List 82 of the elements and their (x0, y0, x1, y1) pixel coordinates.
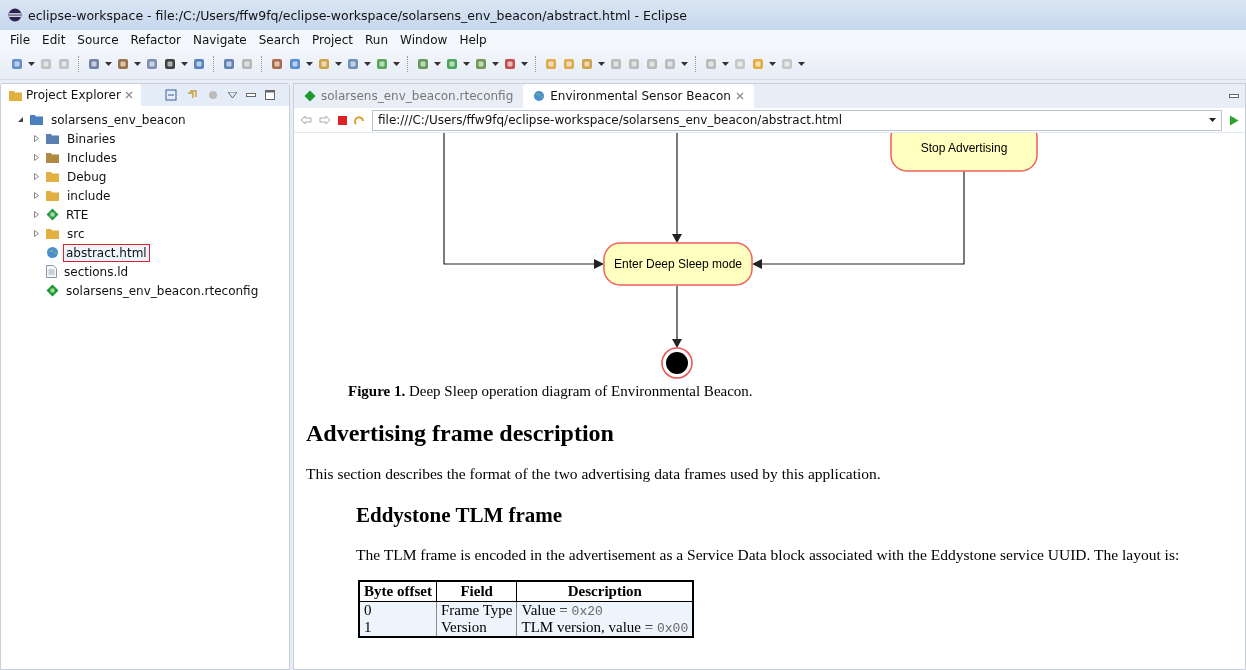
paragraph: The TLM frame is encoded in the advertisement as a Service Data block associated with the Eddystone service UUID. The layout is: (356, 546, 1181, 564)
text-file-icon (46, 265, 57, 278)
table-cell: 1 (359, 619, 437, 637)
tree-item[interactable]: abstract.html (63, 243, 150, 262)
caret-icon[interactable] (598, 62, 605, 66)
diamond-icon (304, 90, 316, 102)
menu-item[interactable]: File (10, 32, 31, 47)
editor-tab[interactable]: Environmental Sensor Beacon (523, 84, 754, 108)
collapsed-arrow-icon[interactable] (33, 230, 40, 237)
link-icon[interactable] (186, 89, 198, 101)
menu-item[interactable]: Run (365, 32, 389, 47)
menu-item[interactable]: Source (77, 32, 119, 47)
column-header: Field (436, 581, 517, 602)
eclipse-logo-icon (8, 8, 22, 22)
tree-item[interactable]: RTE (63, 205, 92, 224)
window-title: eclipse-workspace - file:/C:/Users/ffw9fq/eclipse-workspace/solarsens_env_beacon/abstract.html - Eclipse (28, 7, 687, 23)
tree-item[interactable]: Includes (64, 148, 120, 167)
close-icon[interactable] (124, 91, 133, 99)
minimize-icon[interactable] (246, 93, 256, 97)
caret-icon[interactable] (681, 62, 688, 66)
caret-icon[interactable] (335, 62, 342, 66)
caret-icon[interactable] (434, 62, 441, 66)
node-label: Enter Deep Sleep mode (613, 257, 743, 271)
collapsed-arrow-icon[interactable] (33, 173, 40, 180)
caret-icon[interactable] (1209, 118, 1216, 122)
final-state-icon (661, 347, 693, 379)
collapsed-arrow-icon[interactable] (33, 211, 40, 218)
caret-icon[interactable] (105, 62, 112, 66)
table-cell: TLM version, value = 0x00 (516, 619, 694, 637)
menu-item[interactable]: Search (258, 32, 300, 47)
go-icon[interactable] (1229, 114, 1239, 126)
collapsed-arrow-icon[interactable] (33, 192, 40, 199)
expanded-arrow-icon[interactable] (17, 116, 24, 123)
caret-icon[interactable] (364, 62, 371, 66)
caret-icon[interactable] (769, 62, 776, 66)
tree-item[interactable]: solarsens_env_beacon (48, 110, 189, 129)
menu-item[interactable]: Refactor (130, 32, 181, 47)
menu-item[interactable]: Help (459, 32, 487, 47)
tree-item[interactable]: solarsens_env_beacon.rteconfig (63, 281, 262, 300)
collapse-all-icon[interactable] (165, 89, 177, 101)
paragraph: This section describes the format of the two advertising data frames used by this application. (306, 465, 882, 483)
tree-item[interactable]: Binaries (64, 129, 119, 148)
editor-tab[interactable]: solarsens_env_beacon.rteconfig (294, 84, 524, 108)
column-header: Byte offset (359, 581, 437, 602)
url-field[interactable]: file:///C:/Users/ffw9fq/eclipse-workspace/solarsens_env_beacon/abstract.html (372, 109, 1222, 131)
view-menu-icon[interactable] (228, 92, 237, 98)
caret-icon[interactable] (798, 62, 805, 66)
tree-item[interactable]: Debug (64, 167, 110, 186)
menu-item[interactable]: Project (311, 32, 354, 47)
tree-item[interactable]: sections.ld (61, 262, 132, 281)
section-heading: Advertising frame description (306, 420, 615, 447)
caret-icon[interactable] (181, 62, 188, 66)
caret-icon[interactable] (521, 62, 528, 66)
caret-icon[interactable] (463, 62, 470, 66)
caret-icon[interactable] (134, 62, 141, 66)
collapsed-arrow-icon[interactable] (33, 154, 40, 161)
project-folder-icon (30, 113, 44, 126)
figure-caption: Figure 1. Deep Sleep operation diagram of Environmental Beacon. (348, 383, 754, 400)
stop-icon[interactable] (338, 115, 347, 125)
menu-item[interactable]: Window (400, 32, 448, 47)
close-icon[interactable] (735, 92, 744, 100)
caret-icon[interactable] (28, 62, 35, 66)
maximize-icon[interactable] (265, 90, 275, 100)
project-explorer-tab[interactable]: Project Explorer (1, 84, 141, 106)
menu-item[interactable]: Edit (42, 32, 66, 47)
includes-icon (46, 151, 60, 164)
caret-icon[interactable] (306, 62, 313, 66)
globe-icon (533, 90, 546, 102)
tree-item[interactable]: src (64, 224, 88, 243)
table-cell: Version (436, 619, 517, 637)
tree-item[interactable]: include (64, 186, 114, 205)
diamond-icon (46, 284, 59, 297)
menu-item[interactable]: Navigate (192, 32, 247, 47)
node-label: Stop Advertising (920, 141, 1008, 155)
caret-icon[interactable] (492, 62, 499, 66)
subsection-heading: Eddystone TLM frame (356, 503, 564, 528)
collapsed-arrow-icon[interactable] (33, 135, 40, 142)
minimize-icon[interactable] (1229, 94, 1239, 98)
connector-arrow (672, 285, 682, 348)
caret-icon[interactable] (722, 62, 729, 66)
caret-icon[interactable] (393, 62, 400, 66)
globe-icon (46, 246, 59, 259)
